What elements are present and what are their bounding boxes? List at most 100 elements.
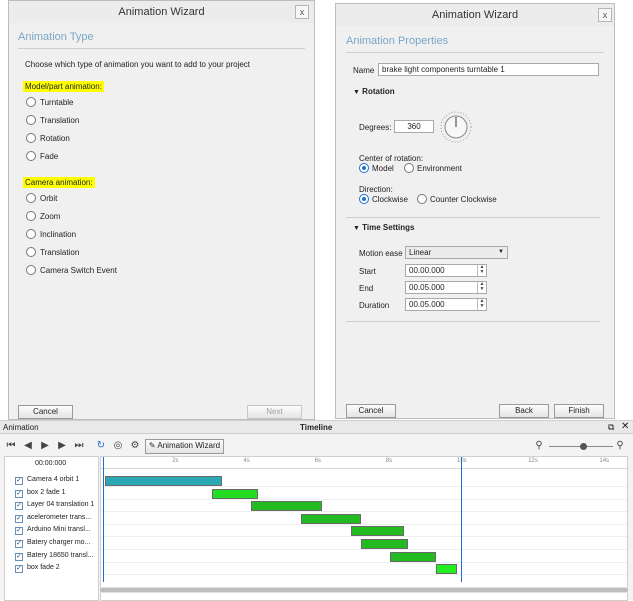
animation-clip-bar[interactable] xyxy=(211,488,259,499)
play-icon[interactable]: ▶ xyxy=(39,440,51,452)
ruler-tick-label: 2s xyxy=(172,458,179,464)
step-forward-icon[interactable]: ▶ xyxy=(56,440,68,452)
dialog-title: Animation Wizard xyxy=(9,1,314,23)
radio-zoom[interactable] xyxy=(26,211,36,221)
step-back-icon[interactable]: ◀ xyxy=(22,440,34,452)
track-label: Arduino Mini transl... xyxy=(27,526,91,534)
track-visible-checkbox[interactable]: ✓ xyxy=(15,540,23,548)
time-settings-section-header[interactable]: ▼ Time Settings xyxy=(353,223,414,232)
spinner-arrows-icon[interactable]: ▲ ▼ xyxy=(477,282,486,293)
zoom-slider[interactable] xyxy=(549,443,613,450)
animation-properties-dialog: Animation Wizard x Animation Properties … xyxy=(335,3,615,419)
zoom-in-icon[interactable]: ⚲ xyxy=(614,440,626,452)
animation-clip-bar[interactable] xyxy=(300,513,362,524)
track-row[interactable]: ✓ box 2 fade 1 xyxy=(5,488,100,500)
track-visible-checkbox[interactable]: ✓ xyxy=(15,489,23,498)
track-row[interactable]: ✓ Layer 04 translation 1 xyxy=(5,500,100,512)
scrollbar-thumb[interactable] xyxy=(100,588,628,592)
radio-inclination[interactable] xyxy=(26,229,36,239)
option-label: Zoom xyxy=(40,212,61,221)
next-button[interactable]: Next xyxy=(247,405,302,419)
track-label: Camera 4 orbit 1 xyxy=(27,476,80,483)
start-marker[interactable] xyxy=(103,457,104,582)
track-row[interactable]: ✓ Batery 18650 transl... xyxy=(5,551,100,563)
option-label: Clockwise xyxy=(372,195,409,204)
track-lane xyxy=(101,538,627,550)
track-row[interactable]: ✓ Batery charger mo... xyxy=(5,538,100,550)
animation-clip-bar[interactable] xyxy=(389,551,437,562)
radio-counter-clockwise[interactable] xyxy=(417,194,427,204)
radio-camera-translation[interactable] xyxy=(26,247,36,257)
degrees-field[interactable]: 360 xyxy=(394,120,434,133)
radio-translation[interactable] xyxy=(26,115,36,125)
divider xyxy=(346,217,600,218)
radio-camera-switch-event[interactable] xyxy=(26,265,36,275)
close-button[interactable]: x xyxy=(295,5,309,19)
track-visible-checkbox[interactable]: ✓ xyxy=(15,514,23,523)
divider xyxy=(18,48,305,49)
spinner-arrows-icon[interactable]: ▲ ▼ xyxy=(477,265,486,276)
radio-turntable[interactable] xyxy=(26,97,36,107)
timeline-canvas[interactable]: 2s4s6s8s10s12s14s xyxy=(100,456,629,601)
track-row[interactable]: ✓ box fade 2 xyxy=(5,563,100,575)
option-label: Camera Switch Event xyxy=(40,266,117,275)
float-window-icon[interactable]: ⧉ xyxy=(608,422,614,433)
zoom-out-icon[interactable]: ⚲ xyxy=(533,440,545,452)
option-label: Model xyxy=(372,164,394,173)
track-label: acelerometer trans... xyxy=(27,513,92,521)
cancel-button[interactable]: Cancel xyxy=(346,404,396,418)
gear-icon[interactable]: ⚙ xyxy=(129,440,141,452)
loop-icon[interactable]: ↻ xyxy=(95,440,107,452)
track-visible-checkbox[interactable]: ✓ xyxy=(15,565,23,574)
animation-clip-bar[interactable] xyxy=(350,526,405,537)
duration-field[interactable]: 00.05.000 ▲ ▼ xyxy=(405,298,487,311)
duration-label: Duration xyxy=(359,301,390,310)
skip-to-start-icon[interactable]: ⏮ xyxy=(5,440,17,452)
zoom-slider-handle[interactable] xyxy=(580,443,587,450)
start-field[interactable]: 00.00.000 ▲ ▼ xyxy=(405,264,487,277)
spinner-arrows-icon[interactable]: ▲ ▼ xyxy=(477,299,486,310)
radio-orbit[interactable] xyxy=(26,193,36,203)
motion-ease-select[interactable]: Linear ▼ xyxy=(405,246,508,259)
section-title: Animation Properties xyxy=(346,35,449,47)
rotation-section-header[interactable]: ▼ Rotation xyxy=(353,87,395,96)
start-value: 00.00.000 xyxy=(409,266,445,275)
track-row[interactable]: ✓ Camera 4 orbit 1 xyxy=(5,475,100,487)
end-value: 00.05.000 xyxy=(409,283,445,292)
horizontal-scrollbar[interactable] xyxy=(100,587,628,593)
animation-clip-bar[interactable] xyxy=(436,564,458,575)
animation-wizard-button[interactable]: ✎ Animation Wizard xyxy=(145,439,224,454)
track-label: box 2 fade 1 xyxy=(27,488,66,496)
skip-to-end-icon[interactable]: ⏭ xyxy=(73,440,85,452)
ruler-tick-label: 4s xyxy=(243,458,250,464)
animation-clip-bar[interactable] xyxy=(361,539,408,549)
track-visible-checkbox[interactable]: ✓ xyxy=(15,502,23,511)
close-icon[interactable]: ✕ xyxy=(621,421,629,432)
camera-target-icon[interactable]: ◎ xyxy=(112,440,124,452)
cancel-button[interactable]: Cancel xyxy=(18,405,73,419)
back-button[interactable]: Back xyxy=(499,404,549,418)
close-button[interactable]: x xyxy=(598,8,612,22)
radio-clockwise[interactable] xyxy=(359,194,369,204)
track-row[interactable]: ✓ Arduino Mini transl... xyxy=(5,525,100,537)
name-field[interactable]: brake light components turntable 1 xyxy=(378,63,599,76)
finish-button[interactable]: Finish xyxy=(554,404,604,418)
radio-center-environment[interactable] xyxy=(404,163,414,173)
track-label: box fade 2 xyxy=(27,564,60,572)
track-visible-checkbox[interactable]: ✓ xyxy=(15,552,23,561)
radio-rotation[interactable] xyxy=(26,133,36,143)
name-label: Name xyxy=(353,66,375,75)
ruler-tick-label: 12s xyxy=(528,458,538,464)
radio-fade[interactable] xyxy=(26,151,36,161)
track-row[interactable]: ✓ acelerometer trans... xyxy=(5,513,100,525)
radio-center-model[interactable] xyxy=(359,163,369,173)
animation-clip-bar[interactable] xyxy=(105,476,223,486)
playhead[interactable] xyxy=(461,457,462,582)
rotation-dial[interactable] xyxy=(439,110,473,144)
end-field[interactable]: 00.05.000 ▲ ▼ xyxy=(405,281,487,294)
track-visible-checkbox[interactable]: ✓ xyxy=(15,527,23,536)
track-visible-checkbox[interactable]: ✓ xyxy=(15,477,23,485)
instruction-text: Choose which type of animation you want … xyxy=(25,60,251,69)
section-title: Animation Type xyxy=(18,31,94,43)
animation-clip-bar[interactable] xyxy=(250,501,323,512)
